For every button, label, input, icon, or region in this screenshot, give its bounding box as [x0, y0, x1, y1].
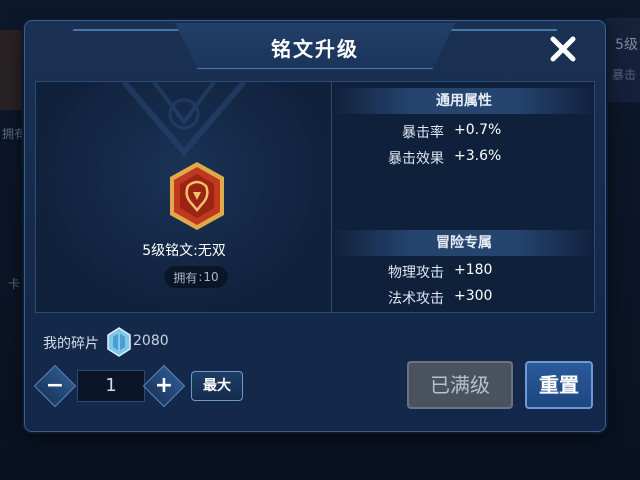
- adventure-attributes-heading: 冒险专属: [332, 230, 596, 256]
- rune-preview: 5级铭文:无双 拥有:10: [36, 82, 332, 312]
- attribute-value: +0.7%: [454, 122, 502, 138]
- background-right-sub: 暴击: [611, 68, 636, 82]
- background-card-text: 卡: [8, 277, 21, 291]
- attribute-value: +180: [454, 262, 493, 278]
- fragments-count: 2080: [133, 333, 169, 349]
- owned-count-badge: 拥有:10: [164, 266, 228, 288]
- owned-label: 拥有: [173, 270, 198, 285]
- general-attributes-heading: 通用属性: [332, 88, 596, 114]
- close-button[interactable]: [543, 29, 583, 69]
- maxed-level-button[interactable]: 已满级: [407, 361, 513, 409]
- plus-icon: +: [154, 373, 174, 398]
- emblem-watermark-icon: [121, 82, 247, 157]
- background-right-card: [602, 18, 640, 102]
- fragments-label: 我的碎片: [43, 336, 99, 352]
- dialog-title: 铭文升级: [271, 37, 359, 61]
- max-button[interactable]: 最大: [191, 371, 243, 401]
- background-rune-card: [0, 30, 26, 110]
- attribute-row: 法术攻击 +300: [332, 288, 596, 310]
- attribute-name: 物理攻击: [388, 265, 444, 281]
- reset-button[interactable]: 重置: [525, 361, 593, 409]
- rune-crest-icon: [170, 162, 224, 230]
- owned-separator: :: [198, 270, 203, 284]
- quantity-input[interactable]: 1: [77, 370, 145, 402]
- attribute-name: 法术攻击: [388, 291, 444, 307]
- attribute-list: 通用属性 暴击率 +0.7% 暴击效果 +3.6% 冒险专属 物理攻击 +180…: [332, 82, 596, 312]
- title-ornament-left: [56, 29, 194, 59]
- attribute-row: 暴击效果 +3.6%: [332, 148, 596, 170]
- close-icon: [550, 36, 576, 62]
- attribute-value: +3.6%: [454, 148, 502, 164]
- title-bar: 铭文升级: [25, 21, 605, 77]
- attribute-name: 暴击效果: [388, 151, 444, 167]
- rune-upgrade-dialog: 铭文升级 5级铭文:无双 拥有:10 通用属性 暴击率 +0.7% 暴击效果 +…: [24, 20, 606, 432]
- attribute-row: 暴击率 +0.7%: [332, 122, 596, 144]
- background-owned-text: 拥有: [2, 127, 27, 141]
- attribute-value: +300: [454, 288, 493, 304]
- owned-count: 10: [203, 270, 219, 284]
- rune-name: 5级铭文:无双: [142, 243, 226, 259]
- rune-info-panel: 5级铭文:无双 拥有:10 通用属性 暴击率 +0.7% 暴击效果 +3.6% …: [35, 81, 596, 313]
- background-right-title: 5级: [615, 37, 638, 53]
- attribute-name: 暴击率: [402, 125, 444, 141]
- attribute-row: 物理攻击 +180: [332, 262, 596, 284]
- fragment-crystal-icon: [107, 327, 131, 357]
- minus-icon: −: [45, 373, 65, 398]
